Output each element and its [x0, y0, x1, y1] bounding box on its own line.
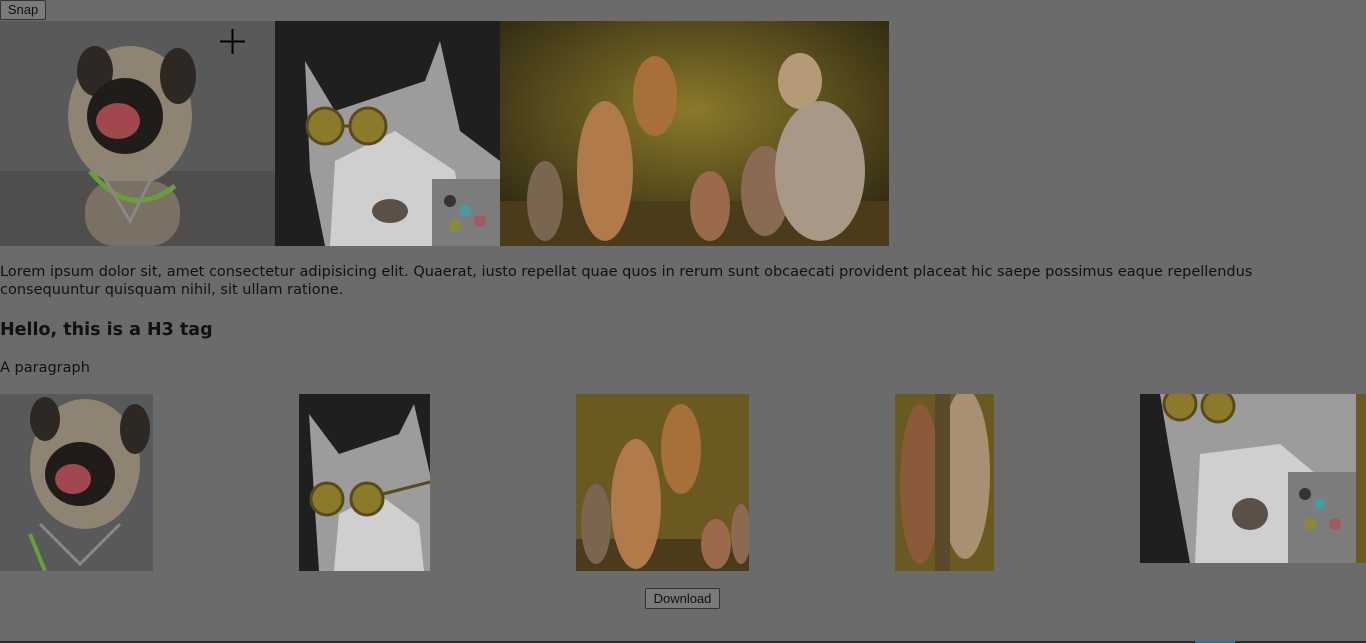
- snap-button[interactable]: Snap: [0, 0, 46, 20]
- section-heading: Hello, this is a H3 tag: [0, 320, 213, 340]
- cat-sunglasses-image: [275, 21, 500, 246]
- dogs-group-thumbnail: [895, 394, 994, 571]
- pug-image: [0, 21, 275, 246]
- cat-sunglasses-wide-thumbnail: [1140, 394, 1366, 563]
- top-image-row: [0, 21, 889, 246]
- crosshair-cursor-icon: [220, 29, 245, 54]
- pug-thumbnail: [0, 394, 153, 571]
- lorem-paragraph: Lorem ipsum dolor sit, amet consectetur …: [0, 264, 1253, 298]
- page: Snap Lorem ipsum dolor sit, amet consect…: [0, 0, 1366, 643]
- cats-dogs-group-image: [500, 21, 889, 246]
- download-button[interactable]: Download: [645, 588, 720, 609]
- paragraph-text: A paragraph: [0, 360, 90, 376]
- cats-group-thumbnail: [576, 394, 749, 571]
- cat-sunglasses-thumbnail: [299, 394, 430, 571]
